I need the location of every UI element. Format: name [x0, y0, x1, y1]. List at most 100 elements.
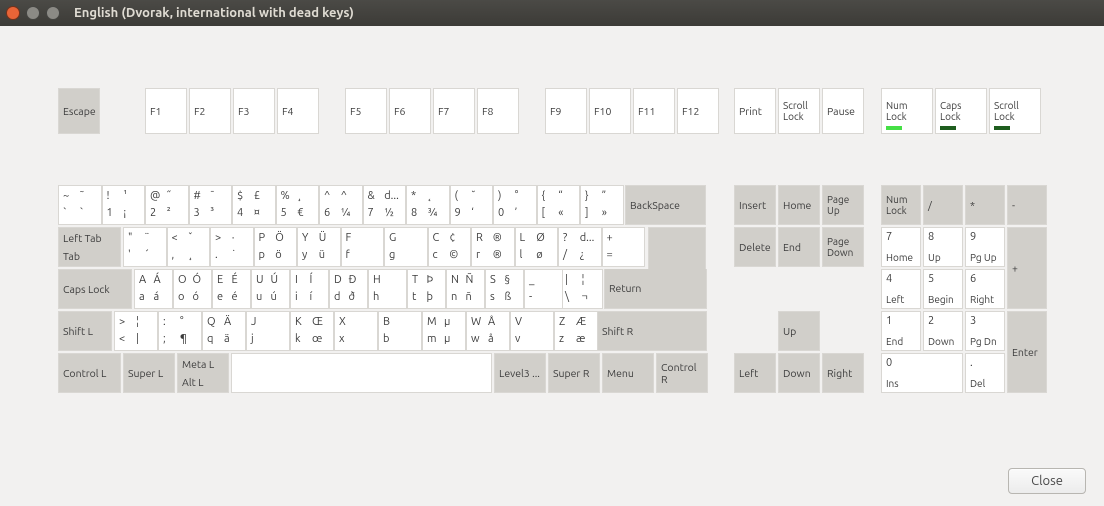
keyboard-layout-canvas: Escape F1F2F3F4F5F6F7F8F9F10F11F12 Print…: [0, 26, 1104, 506]
key-f2: F2: [189, 88, 231, 134]
key-numpad-5: 5Begin: [923, 269, 963, 309]
key-row2-5: Ff: [341, 227, 385, 267]
key-row4-7: Mµmµ: [422, 311, 466, 351]
key-row2-6: Gg: [384, 227, 428, 267]
key-f11: F11: [633, 88, 675, 134]
key-insert: Insert: [734, 185, 776, 225]
key-row3-5: DÐdð: [329, 269, 368, 309]
key-left: Left: [734, 353, 776, 393]
key-numpad-.: .Del: [965, 353, 1005, 393]
key-row1-5: %¸5€: [276, 185, 320, 225]
key-pause: Pause: [822, 88, 864, 134]
key-shift-r: Shift R: [597, 311, 707, 351]
window-close-icon[interactable]: [6, 6, 20, 20]
key-numpad-2: 2Down: [923, 311, 963, 351]
key-f4: F4: [277, 88, 319, 134]
key-row1-8: *˛8¾: [406, 185, 450, 225]
key-numpad-enter: Enter: [1007, 311, 1047, 393]
key-numpad-divide: /: [923, 185, 963, 225]
window-maximize-icon[interactable]: [46, 6, 60, 20]
key-row3-2: EÉeé: [212, 269, 251, 309]
key-row2-2: >·.˙: [210, 227, 254, 267]
key-row3-3: UÚuú: [251, 269, 290, 309]
key-numpad-3: 3Pg Dn: [965, 311, 1005, 351]
key-f8: F8: [477, 88, 519, 134]
key-row3-7: TÞtþ: [407, 269, 446, 309]
titlebar: English (Dvorak, international with dead…: [0, 0, 1104, 26]
key-page-up: Page Up: [822, 185, 864, 225]
key-row4-6: Bb: [378, 311, 422, 351]
key-row1-1: !¹1¡: [102, 185, 146, 225]
key-row4-1: :°;¶: [158, 311, 202, 351]
key-row3-10: _-: [524, 269, 563, 309]
key-down: Down: [778, 353, 820, 393]
key-row2-0: "¨'´: [123, 227, 167, 267]
key-row1-11: {“[«: [537, 185, 581, 225]
key-row2-8: R®r®: [471, 227, 515, 267]
key-row2-1: <ˇ,¸: [167, 227, 211, 267]
led-num-lock: [886, 126, 902, 130]
key-row3-8: NÑnñ: [446, 269, 485, 309]
key-row1-0: ~˜``: [58, 185, 102, 225]
key-f1: F1: [145, 88, 187, 134]
key-numpad-9: 9Pg Up: [965, 227, 1005, 267]
key-row4-2: QÄqä: [202, 311, 246, 351]
key-backslash: |¦\¬: [560, 269, 603, 309]
key-row3-4: IÍií: [290, 269, 329, 309]
key-meta-alt-l: Meta L Alt L: [177, 353, 229, 393]
key-row3-1: OÓoó: [173, 269, 212, 309]
close-button[interactable]: Close: [1008, 468, 1086, 494]
key-row4-3: Jj: [246, 311, 290, 351]
key-control-l: Control L: [58, 353, 121, 393]
key-up: Up: [778, 311, 820, 351]
key-super-l: Super L: [123, 353, 175, 393]
led-scroll-lock: [994, 126, 1010, 130]
key-end: End: [778, 227, 820, 267]
key-numpad-6: 6Right: [965, 269, 1005, 309]
key-row3-9: S§sß: [485, 269, 524, 309]
key-super-r: Super R: [548, 353, 600, 393]
key-row4-10: ZÆzæ: [554, 311, 598, 351]
key-row1-12: }”]»: [580, 185, 624, 225]
key-row4-5: Xx: [334, 311, 378, 351]
key-f12: F12: [677, 88, 719, 134]
key-num-lock: Num Lock: [881, 185, 921, 225]
key-numpad-0: 0Ins: [881, 353, 963, 393]
key-right: Right: [822, 353, 864, 393]
key-shift-l: Shift L: [58, 311, 112, 351]
key-home: Home: [778, 185, 820, 225]
key-control-r: Control R: [656, 353, 708, 393]
key-row1-3: #¯3³: [189, 185, 233, 225]
key-f5: F5: [345, 88, 387, 134]
key-row1-9: (˘9‘: [450, 185, 494, 225]
key-space: [231, 353, 492, 393]
key-row4-4: KŒkœ: [290, 311, 334, 351]
key-row1-10: )°0’: [493, 185, 537, 225]
window-title: English (Dvorak, international with dead…: [74, 6, 354, 20]
key-level3: Level3 ...: [494, 353, 546, 393]
key-row1-6: ^^6¼: [319, 185, 363, 225]
key-scroll-lock: Scroll Lock: [778, 88, 820, 134]
key-page-down: Page Down: [822, 227, 864, 267]
key-row1-4: $£4¤: [232, 185, 276, 225]
key-escape: Escape: [58, 88, 100, 134]
key-delete: Delete: [734, 227, 776, 267]
key-row2-9: LØlø: [515, 227, 559, 267]
key-numpad-4: 4Left: [881, 269, 921, 309]
key-f7: F7: [433, 88, 475, 134]
window-minimize-icon[interactable]: [26, 6, 40, 20]
key-print: Print: [734, 88, 776, 134]
key-backspace: BackSpace: [625, 185, 706, 225]
key-numpad-7: 7Home: [881, 227, 921, 267]
key-row2-11: +=: [602, 227, 646, 267]
key-numpad-subtract: -: [1007, 185, 1047, 225]
key-f6: F6: [389, 88, 431, 134]
key-f3: F3: [233, 88, 275, 134]
key-row1-7: &d...7½: [363, 185, 407, 225]
key-return-label: Return: [604, 269, 707, 309]
led-caps-lock: [940, 126, 956, 130]
key-row2-3: PÖpö: [254, 227, 298, 267]
key-row2-4: YÜyü: [297, 227, 341, 267]
key-row4-0: >¦<|: [114, 311, 158, 351]
key-row2-7: C¢c©: [428, 227, 472, 267]
